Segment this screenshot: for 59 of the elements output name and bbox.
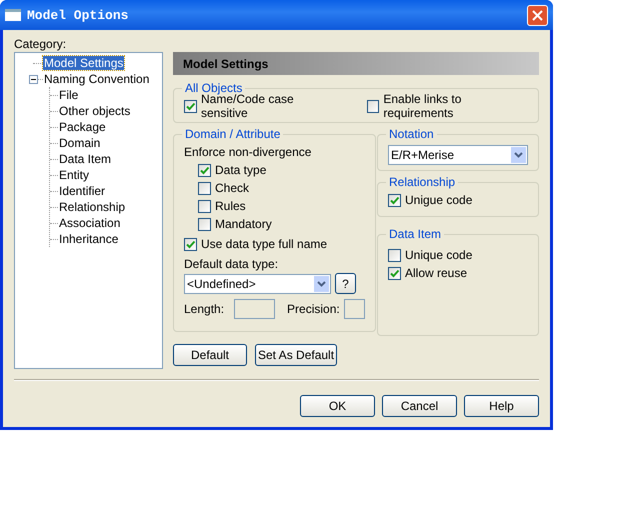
set-as-default-button[interactable]: Set As Default	[255, 344, 338, 366]
tree-item[interactable]: Naming Convention	[43, 72, 150, 86]
group-title: Data Item	[388, 227, 442, 241]
tree-item[interactable]: Data Item	[58, 152, 112, 166]
checkbox[interactable]	[198, 164, 211, 176]
tree-item[interactable]: Package	[58, 120, 107, 134]
checkbox[interactable]	[184, 238, 197, 250]
checkbox-label: Allow reuse	[405, 266, 468, 280]
tree-item[interactable]: Identifier	[58, 184, 106, 198]
enforce-label: Enforce non-divergence	[184, 144, 312, 161]
close-icon	[532, 10, 543, 20]
checkbox[interactable]	[388, 248, 401, 262]
help-button[interactable]: ?	[335, 273, 356, 294]
checkbox-label: Unigue code	[405, 193, 472, 207]
field-label: Precision:	[287, 302, 340, 316]
dropdown-value: E/R+Merise	[391, 148, 454, 162]
checkbox[interactable]	[198, 200, 211, 212]
checkbox-label: Mandatory	[215, 217, 272, 231]
checkbox-label: Use data type full name	[201, 237, 328, 251]
dropdown-value: <Undefined>	[187, 276, 256, 290]
tree-item[interactable]: Entity	[58, 168, 90, 182]
checkbox-label: Unique code	[405, 248, 472, 262]
help-button[interactable]: Help	[464, 395, 539, 417]
tree-item[interactable]: Inheritance	[58, 232, 120, 246]
window-icon	[5, 9, 21, 21]
panel-header: Model Settings	[173, 52, 539, 75]
checkbox[interactable]	[198, 182, 211, 194]
group-title: All Objects	[184, 81, 242, 95]
length-field[interactable]	[234, 299, 276, 319]
group-title: Notation	[388, 127, 435, 141]
tree-item[interactable]: Relationship	[58, 200, 126, 214]
tree-item[interactable]: File	[58, 88, 80, 102]
precision-field[interactable]	[344, 299, 365, 319]
checkbox[interactable]	[388, 194, 401, 206]
group-title: Domain / Attribute	[184, 127, 282, 141]
field-label: Default data type:	[184, 256, 280, 273]
default-button[interactable]: Default	[173, 344, 247, 366]
checkbox[interactable]	[184, 100, 197, 112]
notation-dropdown[interactable]: E/R+Merise	[388, 145, 528, 165]
close-button[interactable]	[527, 4, 548, 26]
cancel-button[interactable]: Cancel	[382, 395, 457, 417]
tree-item[interactable]: Association	[58, 216, 122, 230]
checkbox[interactable]	[388, 266, 401, 280]
category-label: Category:	[14, 37, 68, 51]
group-title: Relationship	[388, 175, 456, 189]
collapse-icon[interactable]	[29, 74, 38, 84]
field-label: Length:	[184, 302, 224, 316]
checkbox-label: Enable links to requirements	[383, 92, 462, 120]
ok-button[interactable]: OK	[300, 395, 375, 417]
tree-item[interactable]: Domain	[58, 136, 102, 150]
tree-item[interactable]: Model Settings	[43, 56, 124, 70]
checkbox-label: Rules	[215, 199, 246, 213]
checkbox[interactable]	[198, 218, 211, 230]
window-title: Model Options	[27, 8, 130, 22]
data-type-dropdown[interactable]: <Undefined>	[184, 274, 331, 294]
checkbox-label: Data type	[215, 163, 266, 177]
tree-item[interactable]: Other objects	[58, 104, 132, 118]
checkbox-label: Check	[215, 181, 250, 195]
checkbox[interactable]	[366, 100, 380, 112]
